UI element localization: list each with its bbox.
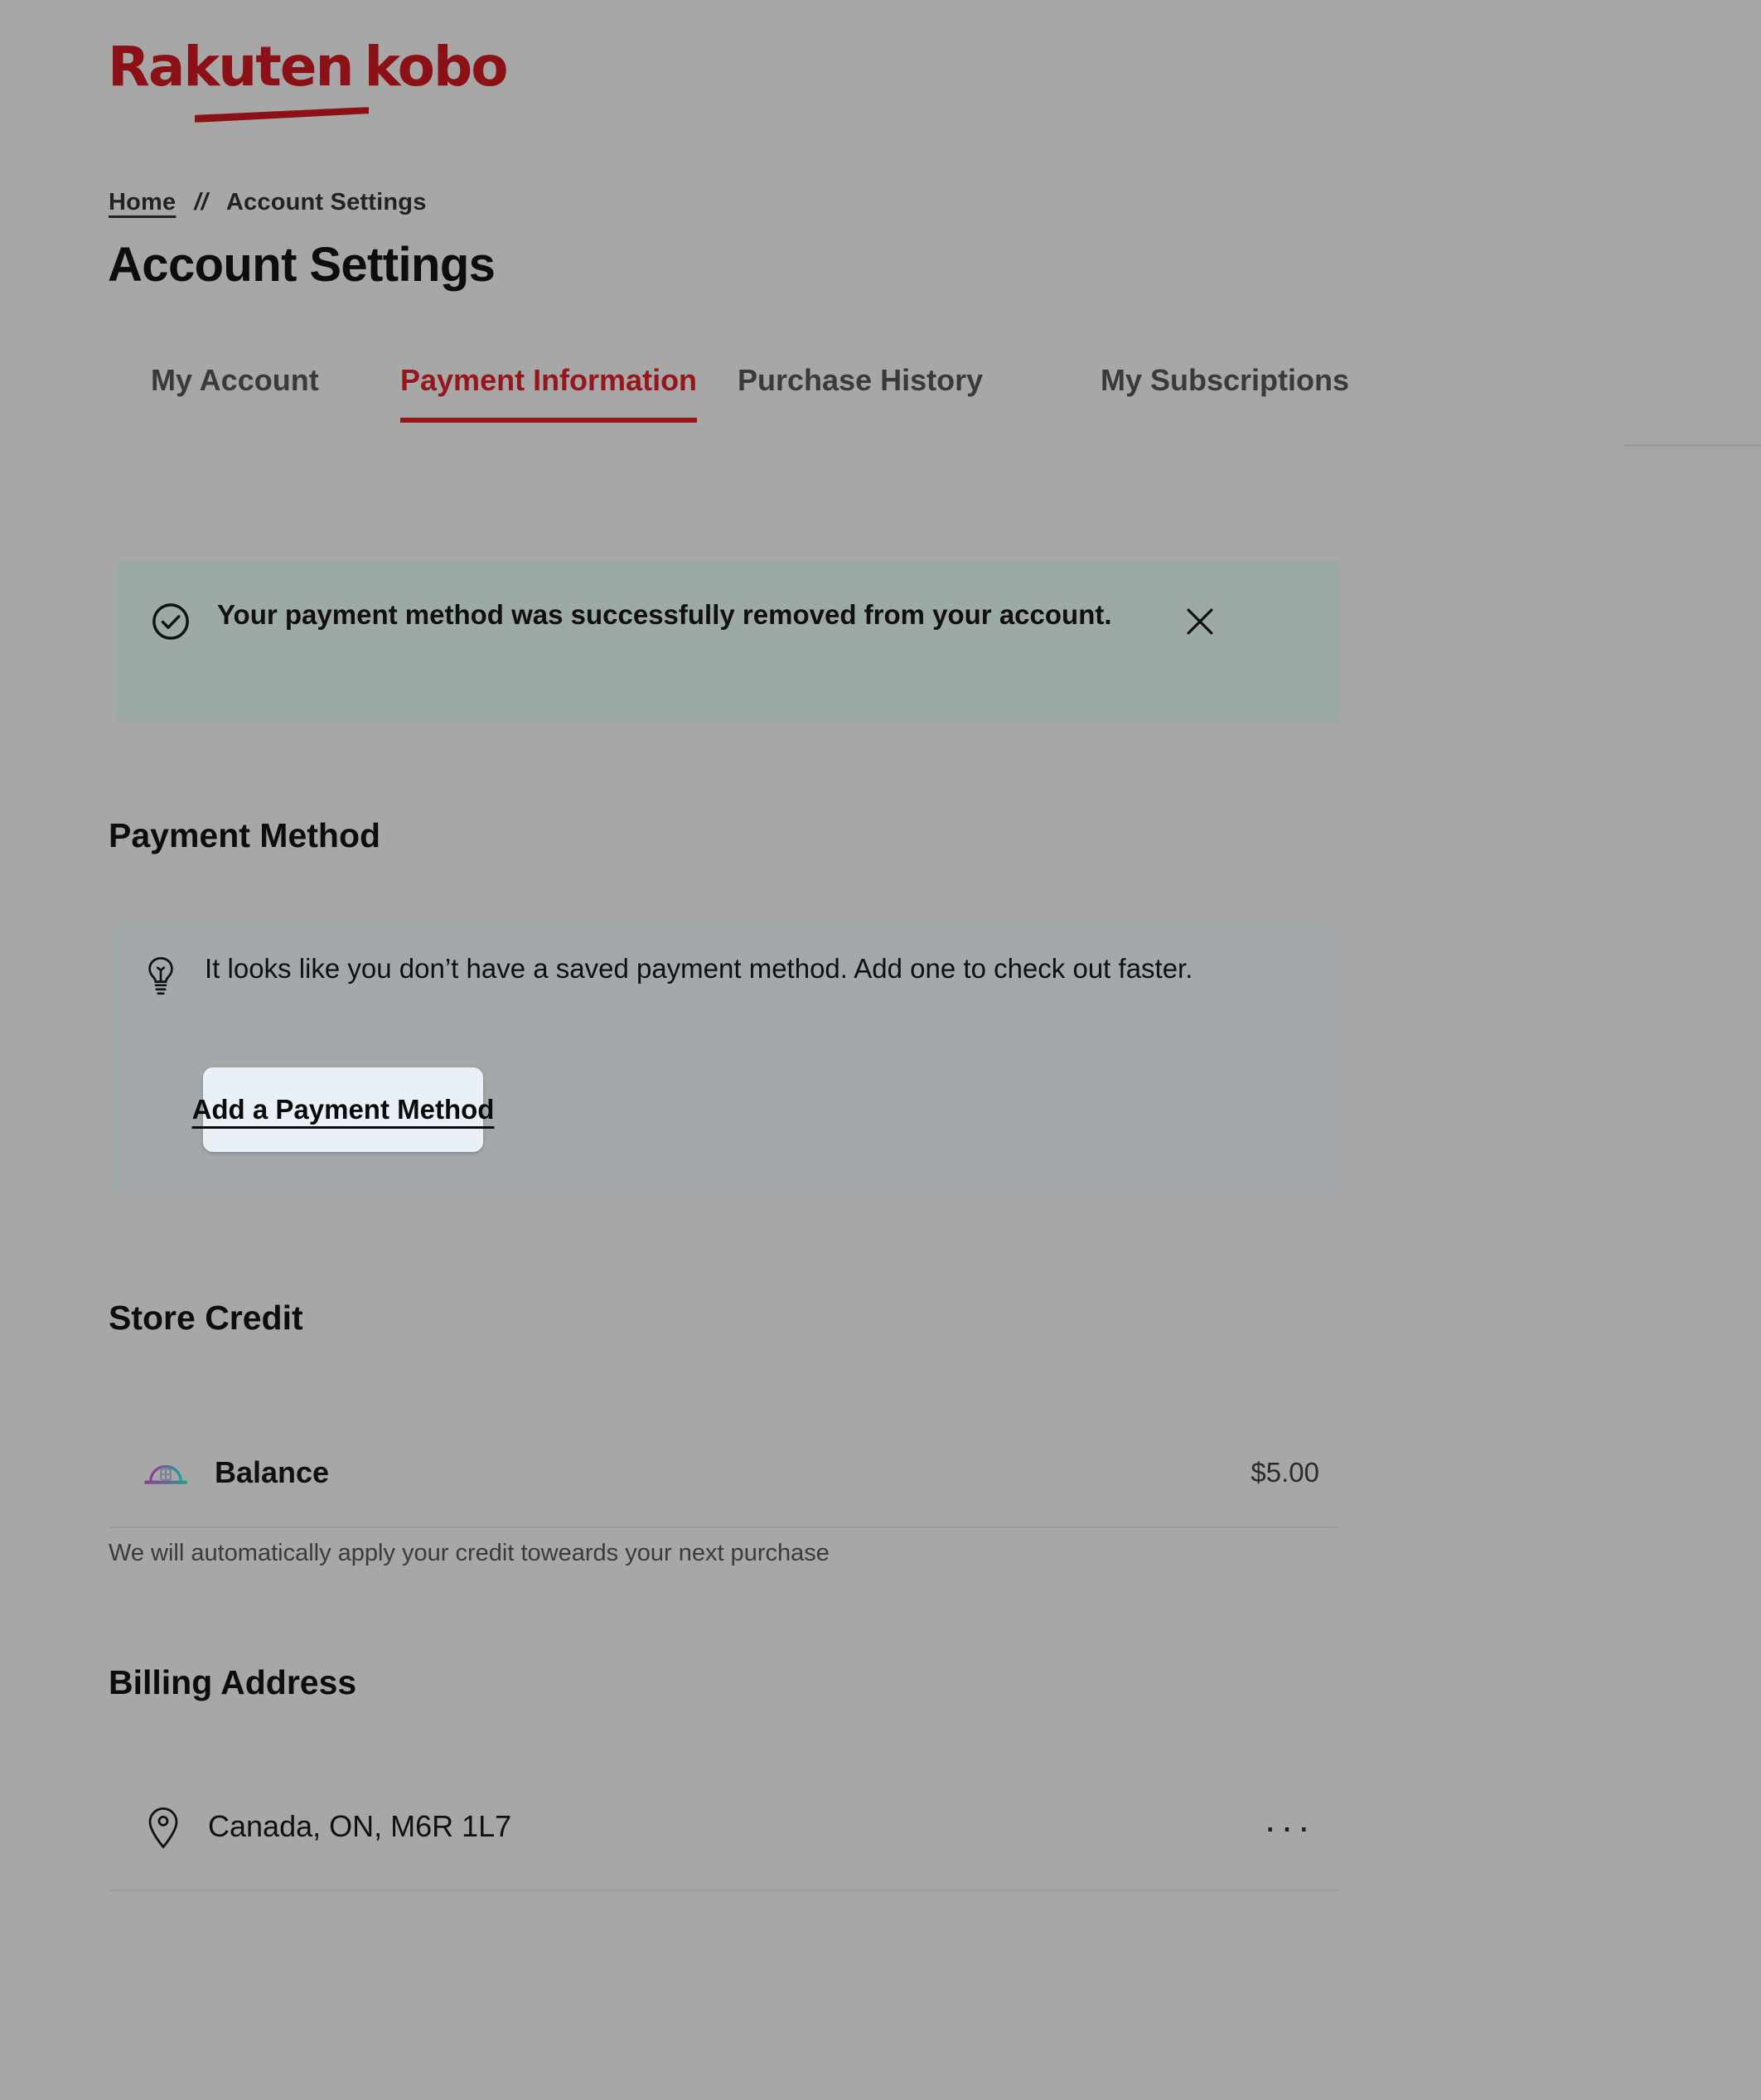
tab-purchase-history[interactable]: Purchase History	[738, 363, 983, 423]
account-settings-tabs: My Account Payment Information Purchase …	[108, 363, 1761, 456]
store-credit-balance-label: Balance	[215, 1455, 330, 1489]
lightbulb-icon	[142, 956, 180, 1000]
ellipsis-icon[interactable]: ···	[1264, 1807, 1314, 1846]
add-payment-method-label: Add a Payment Method	[191, 1094, 495, 1125]
page-title: Account Settings	[108, 238, 496, 292]
rakuten-kobo-logo[interactable]: Rakuten kobo	[108, 40, 539, 131]
billing-address-row: Canada, ON, M6R 1L7 ···	[109, 1783, 1338, 1870]
billing-address-heading: Billing Address	[109, 1663, 357, 1701]
account-settings-page: Rakuten kobo Home // Account Settings Accou…	[0, 0, 1761, 2100]
store-credit-balance-amount: $5.00	[1251, 1457, 1319, 1488]
success-banner: Your payment method was successfully rem…	[116, 560, 1341, 723]
payment-method-heading: Payment Method	[109, 816, 381, 854]
tab-my-subscriptions[interactable]: My Subscriptions	[1101, 363, 1349, 423]
store-credit-note: We will automatically apply your credit …	[109, 1540, 830, 1566]
store-credit-balance-row: Balance $5.00	[109, 1430, 1338, 1516]
payment-method-empty-state: It looks like you don’t have a saved pay…	[112, 922, 1336, 1198]
logo-text: Rakuten kobo	[108, 40, 539, 94]
check-circle-icon	[149, 600, 192, 643]
store-credit-heading: Store Credit	[109, 1299, 303, 1337]
store-credit-divider	[109, 1527, 1338, 1528]
map-pin-icon	[145, 1803, 181, 1850]
breadcrumb-current: Account Settings	[225, 189, 427, 215]
logo-rakuten: Rakuten	[108, 35, 355, 99]
breadcrumb-separator: //	[194, 189, 208, 215]
billing-address-value: Canada, ON, M6R 1L7	[208, 1809, 512, 1843]
add-payment-method-button[interactable]: Add a Payment Method	[192, 1067, 494, 1152]
breadcrumb: Home // Account Settings	[109, 189, 427, 216]
logo-kobo: kobo	[364, 35, 509, 99]
success-banner-message: Your payment method was successfully rem…	[217, 599, 1112, 630]
logo-swoosh-icon	[195, 107, 369, 123]
tab-my-account[interactable]: My Account	[151, 363, 319, 423]
breadcrumb-home-link[interactable]: Home	[109, 189, 176, 215]
payment-method-empty-text: It looks like you don’t have a saved pay…	[205, 953, 1193, 984]
piggy-bank-icon	[142, 1454, 190, 1492]
billing-address-divider	[109, 1890, 1338, 1891]
tabs-divider	[1624, 444, 1761, 447]
close-icon[interactable]	[1178, 600, 1222, 643]
tab-payment-information[interactable]: Payment Information	[400, 363, 698, 423]
